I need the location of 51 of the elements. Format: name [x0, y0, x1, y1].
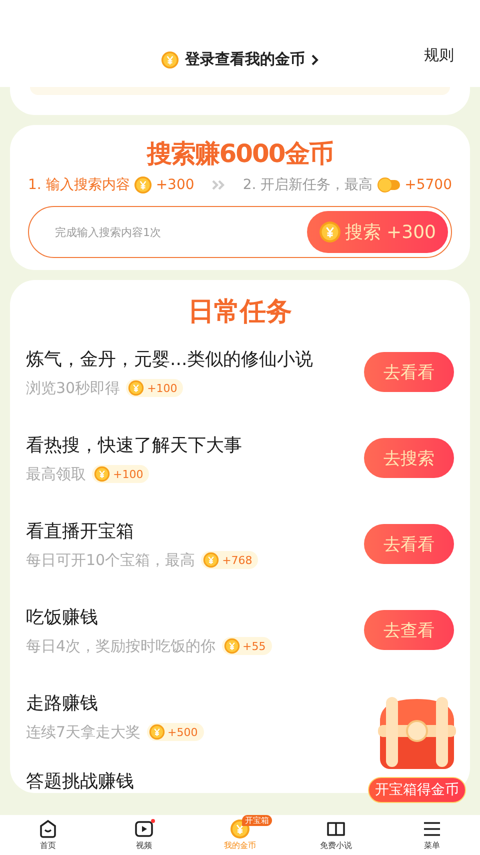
card-title: 日常任务 [187, 296, 293, 329]
search-field[interactable]: 完成输入搜索内容1次 搜索 +300 [28, 206, 452, 258]
nav-tab[interactable]: 免费小说 [306, 819, 366, 851]
step-label: 1. 输入搜索内容 [28, 176, 130, 194]
task-title: 看直播开宝箱 [26, 520, 135, 542]
step-label: 2. 开启新任务，最高 [242, 176, 373, 194]
task-button[interactable]: 去搜索 [364, 438, 454, 478]
chevrons-icon [212, 180, 226, 190]
coin-icon [161, 50, 179, 68]
reward-pill: +55 [222, 637, 272, 655]
task-title: 看热搜，快速了解天下大事 [26, 434, 242, 456]
card-title: 搜索赚6000金币 [146, 138, 334, 170]
reward-pill: +500 [146, 723, 204, 741]
task-button[interactable]: 去查看 [364, 610, 454, 650]
reward-pill: +100 [92, 465, 150, 483]
nav-tab[interactable]: 菜单 [402, 819, 462, 851]
reward-pill: +100 [126, 379, 184, 397]
book-icon [326, 819, 346, 839]
task-button[interactable]: 去看看 [364, 524, 454, 564]
chest-label[interactable]: 开宝箱得金币 [368, 777, 466, 803]
menu-icon [422, 819, 442, 839]
coin-icon [134, 176, 152, 194]
task-subtitle: 最高领取 [26, 464, 86, 484]
task-button[interactable]: 去看看 [364, 352, 454, 392]
coin-icon [94, 466, 110, 482]
task-subtitle: 浏览30秒即得 [26, 378, 120, 398]
coin-icon [318, 221, 341, 243]
coin-icon [148, 724, 165, 740]
task-title: 走路赚钱 [26, 692, 99, 714]
coin-icon [224, 638, 240, 654]
coin-icon [203, 552, 220, 568]
reward-pill: +768 [201, 551, 258, 569]
coins-icon [376, 177, 401, 193]
reward-amount: +300 [156, 177, 194, 193]
nav-tab[interactable]: 视频 [114, 819, 174, 851]
home-icon [38, 819, 58, 839]
nav-badge: 开宝箱 [242, 815, 272, 826]
task-subtitle: 每日4次，奖励按时吃饭的你 [26, 636, 216, 656]
task-subtitle: 连续7天拿走大奖 [26, 722, 141, 742]
coin-icon [128, 380, 144, 396]
task-title: 炼气，金丹，元婴...类似的修仙小说 [26, 348, 314, 370]
chevron-icon [311, 54, 319, 66]
login-link[interactable]: 登录查看我的金币 [161, 50, 319, 69]
search-button[interactable]: 搜索 +300 [306, 211, 448, 253]
rules-link[interactable]: 规则 [424, 46, 454, 65]
nav-tab[interactable]: 首页 [18, 819, 78, 851]
play-icon [134, 819, 154, 839]
task-subtitle: 每日可开10个宝箱，最高 [26, 550, 196, 570]
reward-amount: +5700 [404, 177, 452, 193]
task-title: 答题挑战赚钱 [26, 770, 134, 793]
task-title: 吃饭赚钱 [26, 606, 99, 628]
